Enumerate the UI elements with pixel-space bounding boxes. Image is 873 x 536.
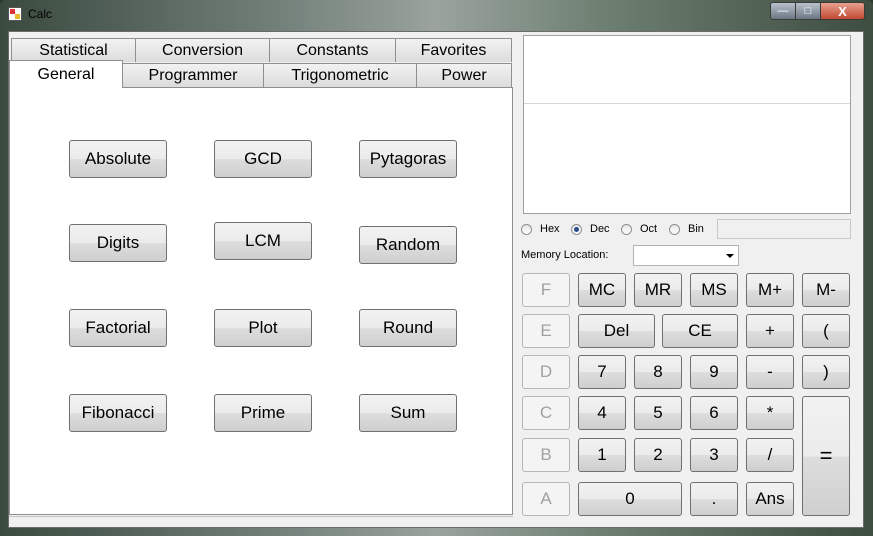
digits-button[interactable]: Digits xyxy=(69,224,167,262)
mr-button[interactable]: MR xyxy=(634,273,682,307)
dec-radio-circle[interactable] xyxy=(571,223,582,235)
dec-radio[interactable]: Dec xyxy=(571,223,610,235)
bin-radio[interactable]: Bin xyxy=(669,223,704,235)
tab-programmer[interactable]: Programmer xyxy=(122,63,264,87)
calculator-display[interactable] xyxy=(523,35,851,214)
gcd-button[interactable]: GCD xyxy=(214,140,312,178)
sum-button[interactable]: Sum xyxy=(359,394,457,432)
general-tab-page: Absolute GCD Pytagoras Digits LCM Random… xyxy=(9,87,513,515)
one-button[interactable]: 1 xyxy=(578,438,626,472)
random-button[interactable]: Random xyxy=(359,226,457,264)
plus-button[interactable]: + xyxy=(746,314,794,348)
tab-trigonometric[interactable]: Trigonometric xyxy=(263,63,417,87)
dec-radio-label: Dec xyxy=(590,223,610,235)
zero-button[interactable]: 0 xyxy=(578,482,682,516)
m-minus-button[interactable]: M- xyxy=(802,273,850,307)
calculator-app-icon xyxy=(8,7,22,21)
maximize-icon: □ xyxy=(804,5,812,17)
two-button[interactable]: 2 xyxy=(634,438,682,472)
lcm-button[interactable]: LCM xyxy=(214,222,312,260)
three-button[interactable]: 3 xyxy=(690,438,738,472)
seven-button[interactable]: 7 xyxy=(578,355,626,389)
bin-radio-label: Bin xyxy=(688,223,704,235)
hex-key-c[interactable]: C xyxy=(522,396,570,430)
tab-general[interactable]: General xyxy=(9,60,123,88)
close-icon: X xyxy=(838,3,847,19)
memory-location-dropdown[interactable] xyxy=(633,245,739,266)
fibonacci-button[interactable]: Fibonacci xyxy=(69,394,167,432)
hex-radio[interactable]: Hex xyxy=(521,223,560,235)
display-divider xyxy=(524,103,850,104)
title-bar[interactable]: Calc — □ X xyxy=(0,0,873,30)
expression-display[interactable] xyxy=(528,40,846,100)
bin-radio-circle[interactable] xyxy=(669,223,680,235)
status-strip xyxy=(9,516,513,527)
tab-power[interactable]: Power xyxy=(416,63,512,87)
divide-button[interactable]: / xyxy=(746,438,794,472)
tab-constants[interactable]: Constants xyxy=(269,38,396,62)
minimize-icon: — xyxy=(777,5,789,17)
hex-radio-label: Hex xyxy=(540,223,560,235)
round-button[interactable]: Round xyxy=(359,309,457,347)
ce-button[interactable]: CE xyxy=(662,314,738,348)
decimal-point-button[interactable]: . xyxy=(690,482,738,516)
hex-key-b[interactable]: B xyxy=(522,438,570,472)
close-button[interactable]: X xyxy=(821,2,865,20)
close-paren-button[interactable]: ) xyxy=(802,355,850,389)
mc-button[interactable]: MC xyxy=(578,273,626,307)
hex-key-a[interactable]: A xyxy=(522,482,570,516)
hex-key-d[interactable]: D xyxy=(522,355,570,389)
maximize-button[interactable]: □ xyxy=(796,2,821,20)
nine-button[interactable]: 9 xyxy=(690,355,738,389)
memory-location-label: Memory Location: xyxy=(521,249,609,261)
ms-button[interactable]: MS xyxy=(690,273,738,307)
tab-favorites[interactable]: Favorites xyxy=(395,38,512,62)
hex-key-e[interactable]: E xyxy=(522,314,570,348)
tab-statistical[interactable]: Statistical xyxy=(11,38,136,62)
oct-radio[interactable]: Oct xyxy=(621,223,657,235)
hex-key-f[interactable]: F xyxy=(522,273,570,307)
multiply-button[interactable]: * xyxy=(746,396,794,430)
four-button[interactable]: 4 xyxy=(578,396,626,430)
minimize-button[interactable]: — xyxy=(770,2,796,20)
plot-button[interactable]: Plot xyxy=(214,309,312,347)
chevron-down-icon[interactable] xyxy=(726,254,734,258)
prime-button[interactable]: Prime xyxy=(214,394,312,432)
window-title: Calc xyxy=(28,7,53,21)
factorial-button[interactable]: Factorial xyxy=(69,309,167,347)
absolute-button[interactable]: Absolute xyxy=(69,140,167,178)
eight-button[interactable]: 8 xyxy=(634,355,682,389)
five-button[interactable]: 5 xyxy=(634,396,682,430)
hex-radio-circle[interactable] xyxy=(521,223,532,235)
oct-radio-circle[interactable] xyxy=(621,223,632,235)
oct-radio-label: Oct xyxy=(640,223,658,235)
minus-button[interactable]: - xyxy=(746,355,794,389)
pytagoras-button[interactable]: Pytagoras xyxy=(359,140,457,178)
base-conversion-field[interactable] xyxy=(717,219,851,239)
client-area: Statistical Conversion Constants Favorit… xyxy=(8,31,864,528)
m-plus-button[interactable]: M+ xyxy=(746,273,794,307)
result-display[interactable] xyxy=(528,108,846,208)
ans-button[interactable]: Ans xyxy=(746,482,794,516)
open-paren-button[interactable]: ( xyxy=(802,314,850,348)
tab-conversion[interactable]: Conversion xyxy=(135,38,270,62)
six-button[interactable]: 6 xyxy=(690,396,738,430)
caption-buttons: — □ X xyxy=(770,2,865,20)
equals-button[interactable]: = xyxy=(802,396,850,516)
calc-window: Calc — □ X Statistical Conversion Consta… xyxy=(0,0,873,536)
del-button[interactable]: Del xyxy=(578,314,655,348)
